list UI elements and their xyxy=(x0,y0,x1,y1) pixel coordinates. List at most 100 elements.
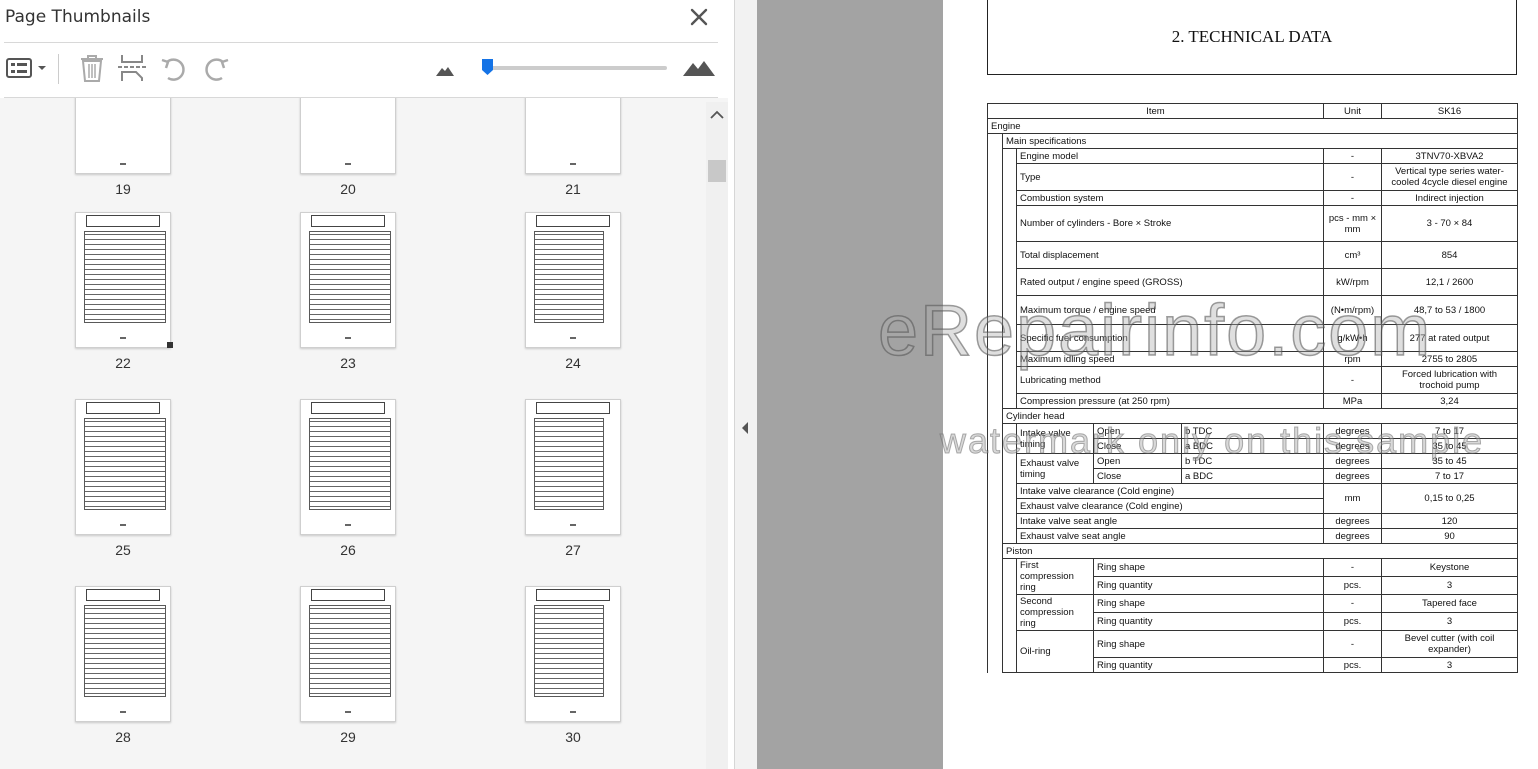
ring-shape-label: Ring shape xyxy=(1093,630,1324,658)
thumbnail-page-image[interactable] xyxy=(75,212,171,348)
delete-icon[interactable] xyxy=(76,52,108,84)
rotate-right-icon[interactable] xyxy=(200,52,232,84)
timing-value: 35 to 45 xyxy=(1381,453,1518,469)
timing-ref: b TDC xyxy=(1181,453,1324,469)
scroll-up-arrow-icon[interactable] xyxy=(706,102,728,128)
zoom-out-small-mountain-icon[interactable] xyxy=(434,52,456,84)
spec-value: Forced lubrication with trochoid pump xyxy=(1381,366,1518,394)
timing-ref: a BDC xyxy=(1181,468,1324,484)
spec-unit: pcs. xyxy=(1323,612,1382,631)
thumbnail-size-slider-track[interactable] xyxy=(482,66,667,70)
thumbnail-page-image[interactable] xyxy=(300,98,396,174)
timing-ref: a BDC xyxy=(1181,438,1324,454)
ring-shape-label: Ring shape xyxy=(1093,594,1324,613)
ring-shape-label: Ring shape xyxy=(1093,558,1324,577)
collapse-panel-arrow-icon[interactable] xyxy=(740,420,750,436)
spec-label: Maximum torque / engine speed xyxy=(1016,295,1324,325)
first-ring-label: First compression ring xyxy=(1016,558,1094,595)
table-header-row: Item Unit SK16 xyxy=(987,103,1518,119)
extract-icon[interactable] xyxy=(116,52,148,84)
close-icon[interactable] xyxy=(688,6,710,28)
spec-value: 120 xyxy=(1381,513,1518,529)
timing-value: 7 to 17 xyxy=(1381,423,1518,439)
thumbnail-page-image[interactable] xyxy=(525,586,621,722)
spec-label: Intake valve clearance (Cold engine) xyxy=(1016,483,1324,499)
header-divider xyxy=(4,42,718,43)
spec-value: 3,24 xyxy=(1381,393,1518,409)
timing-unit: degrees xyxy=(1323,438,1382,454)
panel-header: Page Thumbnails xyxy=(0,0,734,42)
spec-label: Maximum idling speed xyxy=(1016,351,1324,367)
panel-splitter[interactable] xyxy=(734,0,757,769)
spec-value: 3 - 70 × 84 xyxy=(1381,205,1518,242)
spec-label: Intake valve seat angle xyxy=(1016,513,1324,529)
thumbnail-page-image[interactable] xyxy=(300,399,396,535)
scrollbar-thumb[interactable] xyxy=(708,160,726,182)
document-gutter xyxy=(757,0,943,769)
timing-close: Close xyxy=(1093,438,1182,454)
spec-unit: - xyxy=(1323,594,1382,613)
panel-title: Page Thumbnails xyxy=(5,7,151,27)
spec-value: 12,1 / 2600 xyxy=(1381,268,1518,296)
spec-label: Total displacement xyxy=(1016,241,1324,269)
timing-unit: degrees xyxy=(1323,453,1382,469)
ring-quantity-label: Ring quantity xyxy=(1093,657,1324,673)
thumbnail-page-number: 30 xyxy=(565,729,581,745)
timing-close: Close xyxy=(1093,468,1182,484)
spec-value: 2755 to 2805 xyxy=(1381,351,1518,367)
spec-value: 3 xyxy=(1381,657,1518,673)
ring-quantity-label: Ring quantity xyxy=(1093,576,1324,595)
subsection-cylinder-head: Cylinder head xyxy=(1002,408,1518,424)
spec-value: 0,15 to 0,25 xyxy=(1381,483,1518,514)
spec-unit: g/kW•h xyxy=(1323,324,1382,352)
thumbnail-page-number: 25 xyxy=(115,542,131,558)
header-item: Item xyxy=(987,103,1324,119)
spec-unit: MPa xyxy=(1323,393,1382,409)
spec-unit: cm³ xyxy=(1323,241,1382,269)
thumbnail-page-number: 21 xyxy=(565,181,581,197)
thumbnail-page-image[interactable] xyxy=(300,586,396,722)
thumbnails-grid[interactable]: 19 20 21 22 23 24 25 26 27 28 29 30 xyxy=(0,98,728,769)
thumbnail-page-image[interactable] xyxy=(525,212,621,348)
options-menu-icon[interactable] xyxy=(4,52,48,84)
thumbnail-size-slider-handle[interactable] xyxy=(481,58,494,76)
subsection-main-specs: Main specifications xyxy=(1002,133,1518,149)
exhaust-valve-timing-label: Exhaust valve timing xyxy=(1016,453,1094,484)
resize-handle[interactable] xyxy=(167,342,173,348)
spec-unit: - xyxy=(1323,148,1382,164)
thumbnail-page-number: 20 xyxy=(340,181,356,197)
header-unit: Unit xyxy=(1323,103,1382,119)
thumbnail-page-number: 28 xyxy=(115,729,131,745)
timing-open: Open xyxy=(1093,423,1182,439)
rotate-left-icon[interactable] xyxy=(158,52,190,84)
spec-label: Type xyxy=(1016,163,1324,191)
thumbnail-page-image[interactable] xyxy=(300,212,396,348)
thumbnail-page-image[interactable] xyxy=(525,98,621,174)
thumbnail-page-number: 22 xyxy=(115,355,131,371)
cylinder-head-indent xyxy=(1002,423,1017,544)
zoom-in-large-mountain-icon[interactable] xyxy=(682,52,716,84)
piston-indent xyxy=(1002,558,1017,673)
spec-unit: - xyxy=(1323,558,1382,577)
subsection-piston: Piston xyxy=(1002,543,1518,559)
spec-label: Engine model xyxy=(1016,148,1324,164)
ring-quantity-label: Ring quantity xyxy=(1093,612,1324,631)
thumbnail-page-image[interactable] xyxy=(75,586,171,722)
thumbnail-page-image[interactable] xyxy=(75,399,171,535)
spec-label: Specific fuel consumption xyxy=(1016,324,1324,352)
spec-value: 48,7 to 53 / 1800 xyxy=(1381,295,1518,325)
thumbnail-page-image[interactable] xyxy=(75,98,171,174)
document-page: 2. TECHNICAL DATA Item Unit SK16 Engine … xyxy=(943,0,1538,769)
spec-unit: pcs. xyxy=(1323,657,1382,673)
timing-value: 35 to 45 xyxy=(1381,438,1518,454)
spec-value: Indirect injection xyxy=(1381,190,1518,206)
spec-label: Lubricating method xyxy=(1016,366,1324,394)
spec-value: Bevel cutter (with coil expander) xyxy=(1381,630,1518,658)
spec-unit: mm xyxy=(1323,483,1382,514)
spec-label: Compression pressure (at 250 rpm) xyxy=(1016,393,1324,409)
spec-unit: pcs. xyxy=(1323,576,1382,595)
spec-unit: - xyxy=(1323,630,1382,658)
thumbnails-scrollbar[interactable] xyxy=(706,102,728,769)
spec-unit: - xyxy=(1323,366,1382,394)
thumbnail-page-image[interactable] xyxy=(525,399,621,535)
